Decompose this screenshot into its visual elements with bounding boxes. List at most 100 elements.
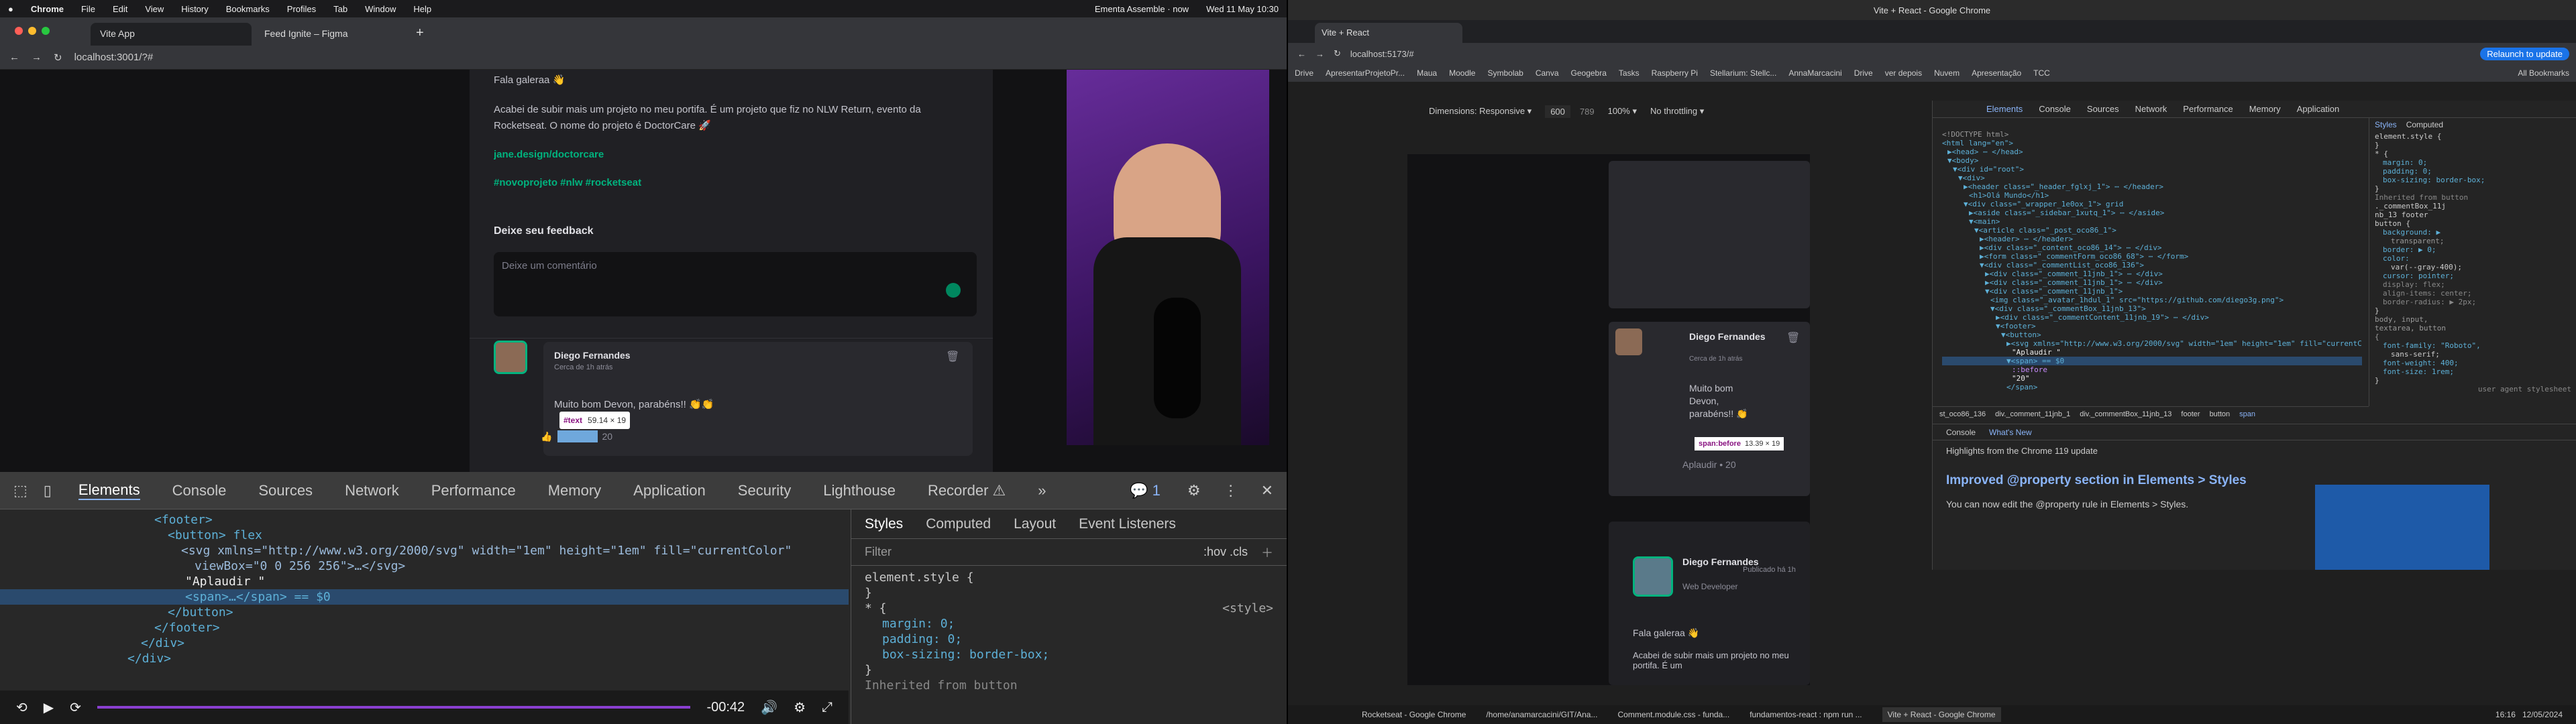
apple-icon[interactable]: ● xyxy=(8,4,13,14)
trash-icon[interactable]: 🗑 xyxy=(946,350,959,363)
breadcrumb-item[interactable]: div._commentBox_11jnb_13 xyxy=(2080,410,2171,418)
tab-sources[interactable]: Sources xyxy=(2087,104,2119,114)
dom-line[interactable]: ▼<div id="root"> xyxy=(1942,165,2362,174)
bookmark[interactable]: Drive xyxy=(1295,68,1313,78)
dom-line[interactable]: "20" xyxy=(1942,374,2362,383)
bookmark[interactable]: Drive xyxy=(1854,68,1873,78)
taskbar-item[interactable]: fundamentos-react : npm run ... xyxy=(1750,710,1862,719)
tab-elements[interactable]: Elements xyxy=(78,481,140,500)
tab-application[interactable]: Application xyxy=(2297,104,2340,114)
bookmark[interactable]: TCC xyxy=(2033,68,2050,78)
reload-icon[interactable]: ↻ xyxy=(54,52,62,64)
relaunch-button[interactable]: Relaunch to update xyxy=(2480,47,2569,60)
play-icon[interactable]: ▶ xyxy=(44,699,54,716)
taskbar-item[interactable]: Comment.module.css - funda... xyxy=(1617,710,1729,719)
tab-computed[interactable]: Computed xyxy=(2406,121,2443,129)
menu-chrome[interactable]: Chrome xyxy=(31,4,64,14)
dom-line[interactable]: ▼<div class="_commentBox_11jnb_13"> xyxy=(1942,304,2362,313)
style-line[interactable]: padding: 0; xyxy=(865,631,1273,647)
device-icon[interactable]: ▯ xyxy=(44,482,52,499)
zoom-window-button[interactable] xyxy=(42,27,50,35)
dom-line[interactable]: <button> flex xyxy=(0,528,849,543)
style-line[interactable]: align-items: center; xyxy=(2375,289,2571,298)
dom-line[interactable]: <html lang="en"> xyxy=(1942,139,2362,147)
style-line[interactable]: border-radius: ▶ 2px; xyxy=(2375,298,2571,306)
bookmark[interactable]: Stellarium: Stellc... xyxy=(1710,68,1776,78)
url-text[interactable]: localhost:5173/# xyxy=(1350,49,2480,59)
dom-line-selected[interactable]: ▼<span> == $0 xyxy=(1942,357,2362,365)
menu-edit[interactable]: Edit xyxy=(113,4,127,14)
minimize-window-button[interactable] xyxy=(28,27,36,35)
dom-line[interactable]: <footer> xyxy=(0,512,849,528)
bookmark[interactable]: Maua xyxy=(1417,68,1437,78)
back-icon[interactable]: ← xyxy=(1297,49,1306,59)
tab-console[interactable]: Console xyxy=(172,482,227,499)
width-input[interactable]: 600 xyxy=(1545,105,1570,118)
tab-vite-react[interactable]: Vite + React xyxy=(1315,23,1462,43)
dom-line[interactable]: ▼<div> xyxy=(1942,174,2362,182)
post-hashtags[interactable]: #novoprojeto #nlw #rocketseat xyxy=(494,177,641,188)
zoom-select[interactable]: 100% ▾ xyxy=(1608,106,1637,117)
breadcrumb-item[interactable]: div._comment_11jnb_1 xyxy=(1995,410,2070,418)
tab-console[interactable]: Console xyxy=(2039,104,2071,114)
bookmark[interactable]: ver depois xyxy=(1885,68,1922,78)
dom-line[interactable]: ▶<head> ⋯ </head> xyxy=(1942,147,2362,156)
dom-line[interactable]: ▼<div class="_comment_11jnb_1"> xyxy=(1942,287,2362,296)
tab-sources[interactable]: Sources xyxy=(258,482,313,499)
tab-network[interactable]: Network xyxy=(345,482,399,499)
breadcrumb-item[interactable]: button xyxy=(2210,410,2231,418)
style-line[interactable]: font-family: "Roboto", xyxy=(2375,341,2571,350)
dom-line[interactable]: </footer> xyxy=(0,620,849,636)
dom-line[interactable]: ::before xyxy=(1942,365,2362,374)
issues-badge[interactable]: 💬 1 xyxy=(1130,482,1161,499)
dom-line[interactable]: ▼<main> xyxy=(1942,217,2362,226)
more-tabs-icon[interactable]: » xyxy=(1038,482,1046,499)
style-line[interactable]: sans-serif; xyxy=(2375,350,2571,359)
volume-icon[interactable]: 🔊 xyxy=(761,699,777,716)
dom-line[interactable]: </span> xyxy=(1942,383,2362,391)
dom-line[interactable]: <h1>Olá Mundo</h1> xyxy=(1942,191,2362,200)
bookmark[interactable]: Nuvem xyxy=(1934,68,1960,78)
dimensions-select[interactable]: Dimensions: Responsive ▾ xyxy=(1429,106,1532,117)
breadcrumb-item[interactable]: footer xyxy=(2181,410,2200,418)
drawer-tab-console[interactable]: Console xyxy=(1946,428,1976,437)
menu-view[interactable]: View xyxy=(145,4,164,14)
bookmark[interactable]: Tasks xyxy=(1619,68,1640,78)
inspect-icon[interactable]: ⬚ xyxy=(13,482,28,499)
dom-line[interactable]: ▶<svg xmlns="http://www.w3.org/2000/svg"… xyxy=(1942,339,2362,348)
style-source[interactable]: <style> xyxy=(1222,601,1273,616)
dom-line[interactable]: "Aplaudir " xyxy=(0,574,849,589)
taskbar-item[interactable]: /home/anamarcacini/GIT/Ana... xyxy=(1486,710,1597,719)
dom-line[interactable]: ▼<article class="_post_oco86_1"> xyxy=(1942,226,2362,235)
tab-application[interactable]: Application xyxy=(633,482,706,499)
tab-performance[interactable]: Performance xyxy=(2183,104,2233,114)
dom-line[interactable]: <img class="_avatar_1hdul_1" src="https:… xyxy=(1942,296,2362,304)
bookmark-all[interactable]: All Bookmarks xyxy=(2518,68,2569,78)
tab-figma[interactable]: Feed Ignite – Figma xyxy=(255,23,409,46)
applaud-button[interactable]: Aplaudir • 20 xyxy=(1682,459,1736,470)
tab-lighthouse[interactable]: Lighthouse xyxy=(823,482,896,499)
grammarly-icon[interactable] xyxy=(946,283,961,298)
menu-bookmarks[interactable]: Bookmarks xyxy=(226,4,270,14)
menu-history[interactable]: History xyxy=(181,4,208,14)
forward-icon[interactable]: → xyxy=(1316,49,1324,59)
style-line[interactable]: color: xyxy=(2375,254,2571,263)
style-line[interactable]: cursor: pointer; xyxy=(2375,272,2571,280)
dom-line[interactable]: </div> xyxy=(0,636,849,651)
dom-line[interactable]: <!DOCTYPE html> xyxy=(1942,130,2362,139)
new-tab-button[interactable]: + xyxy=(416,25,424,41)
dom-line[interactable]: ▶<div class="_comment_11jnb_1"> ⋯ </div> xyxy=(1942,278,2362,287)
dom-line[interactable]: </div> xyxy=(0,651,849,666)
tab-layout[interactable]: Layout xyxy=(1014,516,1056,532)
trash-icon[interactable]: 🗑 xyxy=(1786,331,1800,345)
style-line[interactable]: font-weight: 400; xyxy=(2375,359,2571,367)
style-line[interactable]: transparent; xyxy=(2375,237,2571,245)
dom-line[interactable]: ▶<header> ⋯ </header> xyxy=(1942,235,2362,243)
dom-line[interactable]: <svg xmlns="http://www.w3.org/2000/svg" … xyxy=(0,543,849,558)
tab-computed[interactable]: Computed xyxy=(926,516,991,532)
menu-window[interactable]: Window xyxy=(365,4,396,14)
tab-styles[interactable]: Styles xyxy=(865,516,903,532)
dom-line[interactable]: ▶<form class="_commentForm_oco86_68"> ⋯ … xyxy=(1942,252,2362,261)
settings-icon[interactable]: ⚙ xyxy=(794,699,806,716)
tab-network[interactable]: Network xyxy=(2135,104,2167,114)
